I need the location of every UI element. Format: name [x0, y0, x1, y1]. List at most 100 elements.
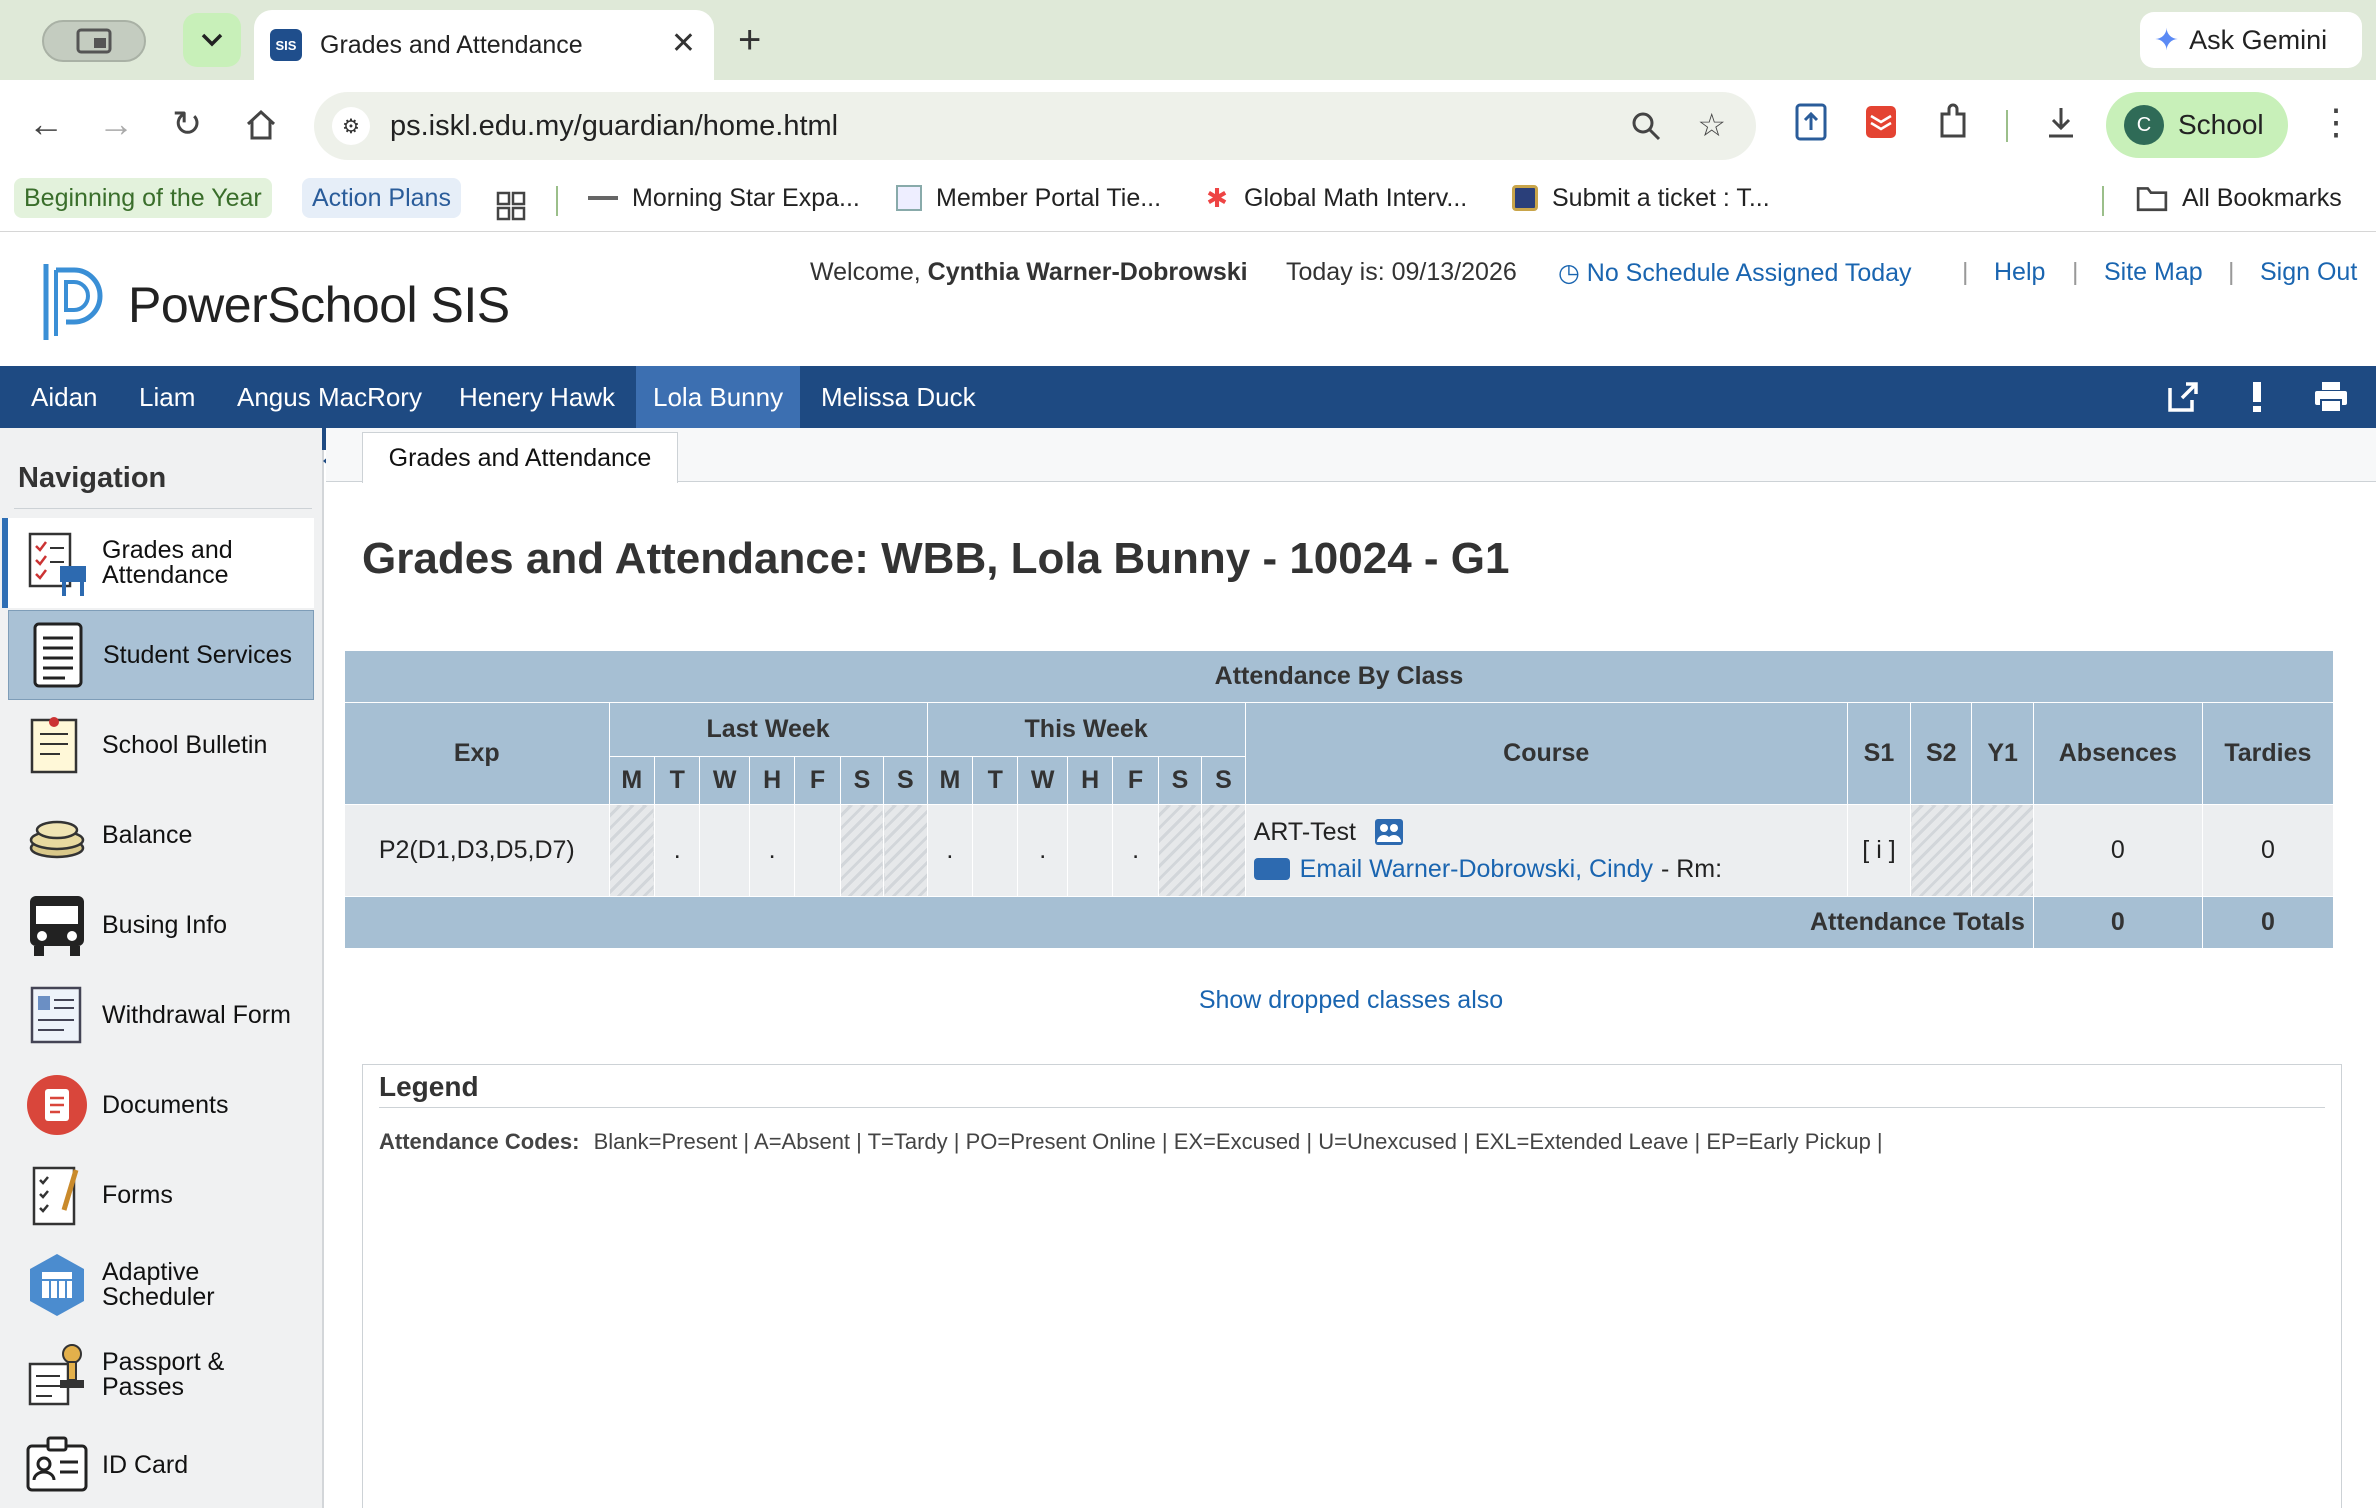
student-tab-lola[interactable]: Lola Bunny: [636, 366, 801, 428]
kebab-menu-icon[interactable]: ⋮: [2318, 102, 2354, 142]
email-icon[interactable]: [1253, 858, 1290, 880]
ask-gemini-button[interactable]: ✦ Ask Gemini: [2140, 12, 2362, 68]
bookmark-beginning-of-year[interactable]: Beginning of the Year: [14, 178, 272, 218]
student-tab-liam[interactable]: Liam: [122, 366, 212, 428]
tab-grades-and-attendance[interactable]: Grades and Attendance: [362, 432, 678, 483]
tab-search-button[interactable]: [183, 13, 241, 67]
nav-item-grades-attendance[interactable]: Grades and Attendance: [2, 518, 314, 608]
student-tab-angus[interactable]: Angus MacRory: [220, 366, 439, 428]
s1-grade-link[interactable]: [ i ]: [1846, 804, 1912, 897]
back-arrow-icon[interactable]: ←: [28, 104, 64, 144]
close-tab-icon[interactable]: ✕: [671, 28, 696, 60]
attendance-cell[interactable]: .: [926, 804, 974, 897]
downloads-icon[interactable]: [2044, 102, 2078, 142]
zoom-icon[interactable]: [1630, 110, 1662, 142]
header-this-week: This Week: [926, 702, 1246, 757]
teacher-info-icon[interactable]: [1374, 818, 1404, 846]
today-label: Today is:: [1286, 258, 1385, 286]
stamp-icon: [28, 1344, 84, 1406]
attendance-cell[interactable]: .: [1112, 804, 1159, 897]
attendance-cell: [1066, 804, 1114, 897]
extensions-puzzle-icon[interactable]: [1936, 102, 1970, 142]
student-tab-melissa[interactable]: Melissa Duck: [804, 366, 993, 428]
nav-item-student-services[interactable]: Student Services: [8, 610, 314, 700]
tardies-cell[interactable]: 0: [2201, 804, 2335, 897]
nav-item-passport-passes[interactable]: Passport & Passes: [8, 1330, 314, 1420]
attendance-cell[interactable]: .: [1017, 804, 1068, 897]
nav-label: School Bulletin: [102, 730, 268, 759]
forward-arrow-icon[interactable]: →: [98, 104, 134, 144]
all-bookmarks-label: All Bookmarks: [2182, 183, 2342, 212]
checklist-icon: [32, 1166, 79, 1226]
bulletin-icon: [30, 717, 78, 774]
browser-toolbar: ← → ↻ ⚙ ps.iskl.edu.my/guardian/home.htm…: [0, 80, 2376, 170]
window-icon: [76, 28, 112, 54]
url-text[interactable]: ps.iskl.edu.my/guardian/home.html: [390, 110, 838, 143]
day-header: S: [1157, 756, 1203, 805]
student-tab-henery[interactable]: Henery Hawk: [442, 366, 632, 428]
header-tardies: Tardies: [2201, 702, 2335, 805]
home-icon[interactable]: [244, 108, 278, 142]
bookmark-action-plans[interactable]: Action Plans: [302, 178, 461, 218]
all-bookmarks-button[interactable]: All Bookmarks: [2136, 178, 2342, 218]
powerschool-header: PowerSchool SIS Welcome, Cynthia Warner-…: [0, 232, 2376, 366]
table-row: P2(D1,D3,D5,D7) . . . . . ART-Test Email…: [344, 804, 2335, 897]
day-header: T: [654, 756, 701, 805]
profile-name: School: [2178, 109, 2264, 140]
legend-title: Legend: [379, 1071, 479, 1102]
course-name: ART-Test: [1253, 817, 1356, 846]
link-separator: |: [1962, 258, 1969, 286]
nav-item-balance[interactable]: Balance: [8, 790, 314, 880]
attendance-cell: [972, 804, 1019, 897]
external-link-icon[interactable]: [2164, 378, 2202, 416]
address-bar[interactable]: ⚙ ps.iskl.edu.my/guardian/home.html ☆: [314, 92, 1756, 160]
alert-icon[interactable]: [2238, 378, 2276, 416]
schedule-link-text[interactable]: No Schedule Assigned Today: [1587, 259, 1912, 287]
reload-icon[interactable]: ↻: [172, 104, 202, 144]
apps-grid-icon[interactable]: [496, 186, 526, 226]
attendance-cell[interactable]: .: [654, 804, 701, 897]
help-link[interactable]: Help: [1994, 258, 2045, 287]
extension-upload-icon[interactable]: [1794, 102, 1828, 142]
printer-icon[interactable]: [2312, 378, 2350, 416]
nav-item-busing-info[interactable]: Busing Info: [8, 880, 314, 970]
nav-item-forms[interactable]: Forms: [8, 1150, 314, 1240]
sis-favicon-icon: SIS: [270, 29, 302, 61]
attendance-cell: [699, 804, 750, 897]
new-tab-button[interactable]: +: [738, 18, 761, 62]
attendance-cell: [1201, 804, 1246, 897]
nav-item-school-bulletin[interactable]: School Bulletin: [8, 700, 314, 790]
bookmark-global-math[interactable]: ✱ Global Math Interv...: [1204, 178, 1467, 218]
main-content: Grades and Attendance Grades and Attenda…: [326, 428, 2376, 1508]
email-teacher-link[interactable]: Email Warner-Dobrowski, Cindy: [1300, 855, 1653, 884]
attendance-cell[interactable]: .: [748, 804, 796, 897]
totals-absences: 0: [2032, 896, 2203, 949]
day-header: S: [883, 756, 928, 805]
nav-item-id-card[interactable]: ID Card: [8, 1420, 314, 1508]
bookmark-submit-ticket[interactable]: Submit a ticket : T...: [1512, 178, 1770, 218]
nav-label: Busing Info: [102, 910, 228, 939]
show-dropped-classes-link[interactable]: Show dropped classes also: [326, 986, 2376, 1015]
bookmark-morning-star[interactable]: Morning Star Expa...: [588, 178, 860, 218]
chevron-down-icon: [201, 33, 223, 47]
attendance-cell: [1157, 804, 1203, 897]
powerschool-logo-icon[interactable]: [40, 260, 110, 344]
bookmark-star-icon[interactable]: ☆: [1697, 106, 1726, 144]
extension-todoist-icon[interactable]: [1864, 102, 1898, 142]
window-switcher-button[interactable]: [42, 20, 146, 62]
profile-button[interactable]: C School: [2106, 92, 2288, 158]
sign-out-link[interactable]: Sign Out: [2260, 258, 2357, 287]
site-settings-icon[interactable]: ⚙: [332, 107, 370, 145]
nav-item-withdrawal-form[interactable]: Withdrawal Form: [8, 970, 314, 1060]
nav-item-documents[interactable]: Documents: [8, 1060, 314, 1150]
browser-tab-active[interactable]: SIS Grades and Attendance ✕: [254, 10, 714, 80]
student-tab-aidan[interactable]: Aidan: [14, 366, 115, 428]
nav-label: Documents: [102, 1090, 229, 1119]
absences-cell[interactable]: 0: [2032, 804, 2203, 897]
nav-item-adaptive-scheduler[interactable]: Adaptive Scheduler: [8, 1240, 314, 1330]
bookmark-member-portal[interactable]: Member Portal Tie...: [896, 178, 1161, 218]
legend-box: Legend Attendance Codes: Blank=Present |…: [362, 1064, 2342, 1508]
site-map-link[interactable]: Site Map: [2104, 258, 2203, 287]
ask-gemini-label: Ask Gemini: [2189, 24, 2328, 55]
schedule-link[interactable]: ◷ No Schedule Assigned Today: [1558, 258, 1912, 288]
